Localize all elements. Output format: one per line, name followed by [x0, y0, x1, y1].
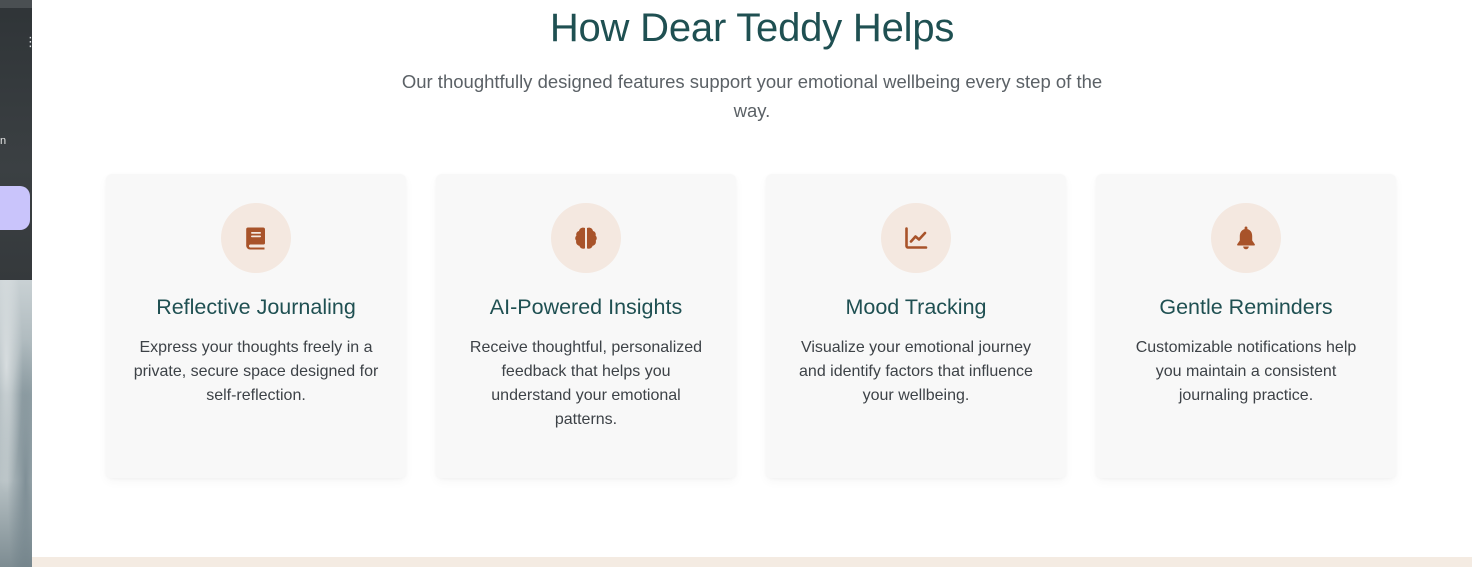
section-subtitle: Our thoughtfully designed features suppo… — [401, 71, 1103, 121]
features-section: How Dear Teddy Helps Our thoughtfully de… — [32, 0, 1472, 567]
feature-description: Receive thoughtful, personalized feedbac… — [469, 339, 703, 428]
feature-description: Customizable notifications help you main… — [1135, 339, 1357, 404]
background-window-text-fragment: n — [0, 135, 7, 147]
feature-icon-badge — [221, 203, 291, 273]
feature-icon-badge — [1211, 203, 1281, 273]
chart-line-icon — [905, 227, 928, 249]
feature-card-mood-tracking: Mood Tracking Visualize your emotional j… — [766, 174, 1066, 478]
feature-card-ai-powered-insights: AI-Powered Insights Receive thoughtful, … — [436, 174, 736, 478]
background-window-topbar — [0, 0, 32, 8]
feature-title: Mood Tracking — [845, 295, 987, 319]
background-window-strip: ⋮ n — [0, 0, 32, 567]
feature-icon-badge — [551, 203, 621, 273]
feature-description: Visualize your emotional journey and ide… — [799, 339, 1033, 404]
kebab-menu-icon[interactable]: ⋮ — [24, 35, 32, 51]
feature-title: Reflective Journaling — [156, 295, 356, 319]
next-section-edge — [32, 557, 1472, 567]
feature-card-reflective-journaling: Reflective Journaling Express your thoug… — [106, 174, 406, 478]
feature-title: AI-Powered Insights — [489, 295, 683, 319]
brain-icon — [575, 227, 597, 249]
bell-icon — [1237, 226, 1255, 250]
feature-title: Gentle Reminders — [1159, 295, 1333, 319]
book-icon — [246, 227, 265, 250]
section-title: How Dear Teddy Helps — [549, 6, 955, 50]
background-window-selected-item[interactable] — [0, 186, 30, 230]
background-photo — [0, 280, 32, 567]
feature-icon-badge — [881, 203, 951, 273]
feature-card-gentle-reminders: Gentle Reminders Customizable notificati… — [1096, 174, 1396, 478]
feature-description: Express your thoughts freely in a privat… — [133, 339, 379, 404]
